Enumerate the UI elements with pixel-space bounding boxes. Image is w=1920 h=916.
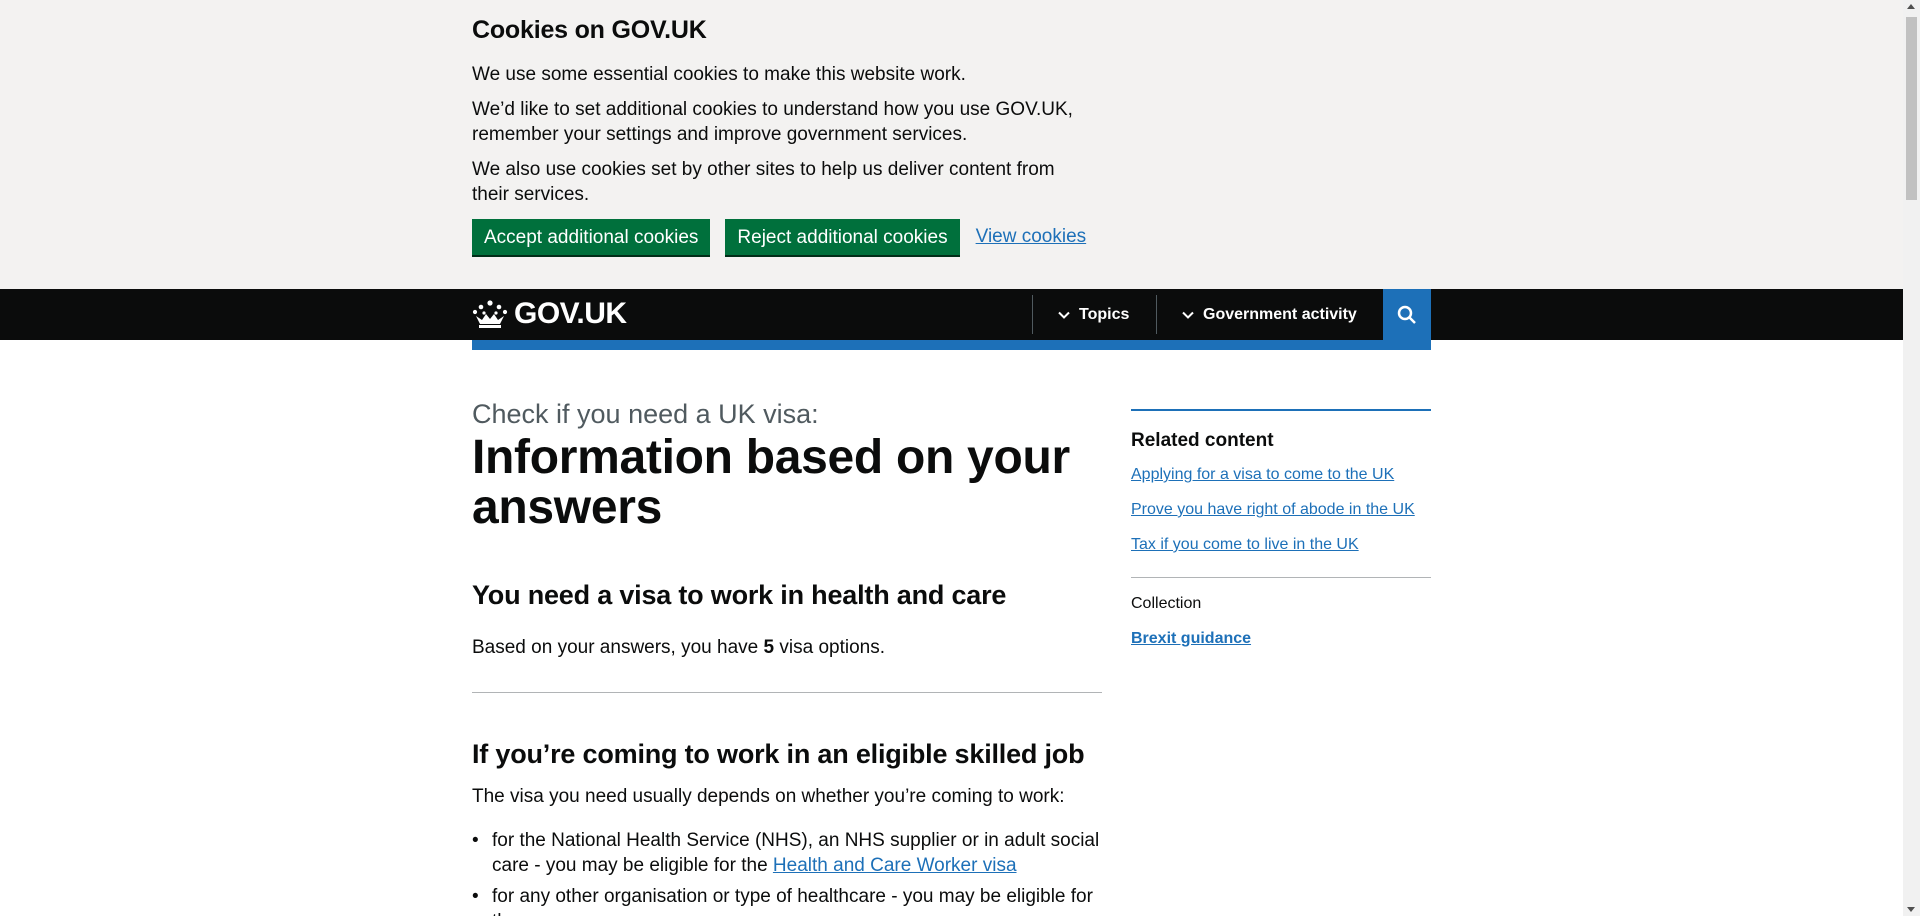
sidebar-top-border [1131,409,1431,411]
visa-options-count: 5 [763,637,775,658]
nav-government-activity-label: Government activity [1203,305,1357,323]
header-blue-bar [472,340,1431,350]
cookie-banner-text-1: We use some essential cookies to make th… [472,64,966,85]
scroll-down-icon[interactable] [1907,907,1915,912]
cookie-banner-actions: Accept additional cookies Reject additio… [472,219,1092,255]
list-item-text: for any other organisation or type of he… [492,886,1093,916]
page-scrollbar[interactable] [1903,0,1920,916]
crown-icon [472,300,508,328]
govuk-logo-text: GOV.UK [514,297,627,330]
list-item: for the National Health Service (NHS), a… [472,828,1102,878]
collection-label: Collection [1131,595,1202,612]
cookie-banner-content: Cookies on GOV.UK We use some essential … [472,14,1092,255]
section-heading-health-care: You need a visa to work in health and ca… [472,580,1007,610]
section-divider [472,692,1102,693]
search-icon [1397,305,1416,324]
related-content-title: Related content [1131,430,1274,451]
visa-options-list: for the National Health Service (NHS), a… [472,828,1102,916]
nav-topics-button[interactable]: Topics [1032,295,1156,334]
nav-topics-label: Topics [1079,305,1130,323]
scrollbar-thumb[interactable] [1906,17,1917,200]
cookie-banner-text-2: We’d like to set additional cookies to u… [472,99,1073,145]
list-item: for any other organisation or type of he… [472,884,1102,916]
view-cookies-link[interactable]: View cookies [976,226,1087,248]
related-link-applying-visa[interactable]: Applying for a visa to come to the UK [1131,465,1431,485]
scroll-up-icon[interactable] [1907,4,1915,9]
search-button[interactable] [1383,289,1431,340]
skilled-job-intro: The visa you need usually depends on whe… [472,786,1065,807]
chevron-down-icon [1058,311,1070,319]
site-header: GOV.UK Topics Government activity [0,289,1903,340]
govuk-logo-link[interactable]: GOV.UK [472,297,627,331]
visa-options-summary: Based on your answers, you have 5 visa o… [472,635,1102,660]
cookie-banner-text-3: We also use cookies set by other sites t… [472,159,1055,205]
cookie-banner-title: Cookies on GOV.UK [472,16,707,44]
collection-link-brexit-guidance[interactable]: Brexit guidance [1131,629,1431,649]
health-care-worker-visa-link[interactable]: Health and Care Worker visa [773,855,1017,876]
page-caption: Check if you need a UK visa: [472,399,819,429]
visa-options-text-after: visa options. [774,637,885,658]
related-link-right-of-abode[interactable]: Prove you have right of abode in the UK [1131,500,1431,520]
page-title: Information based on your answers [472,431,1070,534]
reject-cookies-button[interactable]: Reject additional cookies [725,219,960,255]
main-content: Check if you need a UK visa: Information… [472,397,1102,916]
chevron-down-icon [1182,311,1194,319]
related-link-tax[interactable]: Tax if you come to live in the UK [1131,535,1431,555]
sidebar-divider [1131,577,1431,578]
related-content-sidebar: Related content Applying for a visa to c… [1131,409,1431,649]
cookie-banner: Cookies on GOV.UK We use some essential … [0,0,1903,289]
accept-cookies-button[interactable]: Accept additional cookies [472,219,711,255]
visa-options-text-before: Based on your answers, you have [472,637,764,658]
nav-government-activity-button[interactable]: Government activity [1156,295,1383,334]
section-heading-skilled-job: If you’re coming to work in an eligible … [472,739,1085,769]
